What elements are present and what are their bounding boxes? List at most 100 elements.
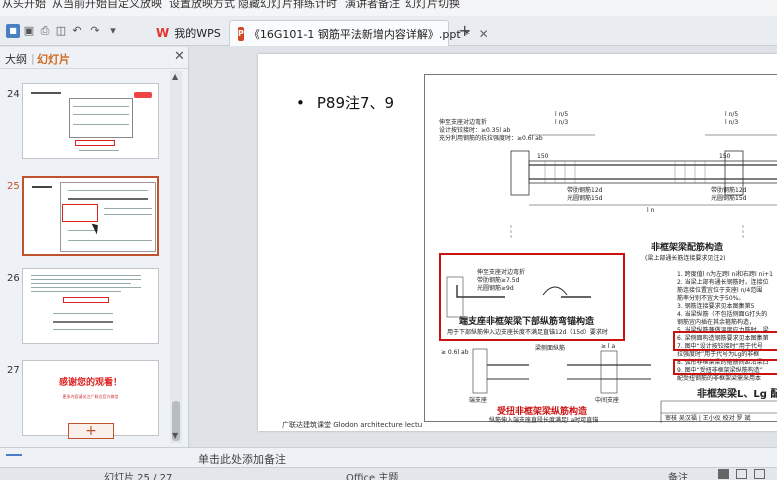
- label-ln-1-3-right: l n/3: [725, 119, 739, 126]
- label-ribbed-7-5d: 带肋钢筋≥7.5d: [477, 277, 520, 284]
- red-highlight-note-9: [673, 359, 777, 375]
- slide-thumbnail-24[interactable]: [22, 83, 159, 159]
- note-line: 筋连接位置宜位于支座l n/4范围: [677, 287, 763, 294]
- slide-canvas: • P89注7、9 伸至支座对边弯折 设计按铰接时：≥0.35l ab 充分利用…: [190, 47, 777, 447]
- label-full-strength: 充分利用钢筋的抗拉强度时：≥0.6l ab: [439, 135, 543, 142]
- ribbon-speaker-notes[interactable]: 演讲者备注: [345, 0, 400, 11]
- section-subtitle: (梁上部通长筋连接要求见注2): [645, 255, 726, 262]
- label-end-support: 端支座: [469, 397, 488, 404]
- theme-name: Office 主题: [346, 473, 399, 480]
- red-box-title: 端支座非框架梁下部纵筋弯锚构造: [459, 317, 595, 327]
- note-line: 2. 当梁上部有通长钢筋时，连接位: [677, 279, 769, 286]
- red-highlight-note-7: [673, 331, 777, 351]
- ribbon-custom-show[interactable]: 自定义放映: [107, 0, 162, 11]
- slide-thumbnail-25[interactable]: [22, 176, 159, 256]
- label-mid-support: 中间支座: [595, 397, 620, 404]
- scroll-down-icon[interactable]: ▼: [172, 431, 178, 440]
- slide-footer: 广联达建筑课堂 Glodon architecture lectu: [282, 421, 423, 429]
- note-line: 3. 钢筋连接要求见本图集第5: [677, 303, 755, 310]
- label-bend-to-support: 伸至支座对边弯折: [477, 269, 526, 276]
- notes-area[interactable]: 单击此处添加备注: [190, 447, 777, 467]
- label-pin-bend: 伸至支座对边弯折: [439, 119, 488, 126]
- thumbnail-thanks-title: 感谢您的观看！: [58, 378, 122, 388]
- slides-pane: 大纲 | 幻灯片 ✕ 24 25 26 27 感谢您的观看！ 更多内容请关注广联…: [0, 47, 189, 447]
- reading-view-icon[interactable]: [754, 469, 765, 479]
- redo-icon[interactable]: ↷: [88, 24, 102, 38]
- ribbon-hide-slide[interactable]: 隐藏幻灯片: [238, 0, 293, 11]
- slide-counter: 幻灯片 25 / 27: [104, 473, 173, 480]
- label-150-left: 150: [537, 153, 549, 160]
- red-highlight-box: [439, 253, 625, 341]
- label-ribbed-12d: 带肋钢筋12d: [567, 187, 603, 194]
- ribbon-from-start[interactable]: 从头开始: [2, 0, 46, 11]
- label-ln-1-3: l n/3: [555, 119, 569, 126]
- note-line: 4. 当梁纵筋（不包括侧面G打头的: [677, 311, 768, 318]
- slide-sorter-icon[interactable]: [736, 469, 747, 479]
- tab-document[interactable]: P 《16G101-1 钢筋平法新增内容详解》.ppt * ✕: [229, 20, 489, 46]
- notes-left-area: [0, 447, 190, 467]
- ppt-file-icon: P: [238, 26, 244, 41]
- label-150-right: 150: [719, 153, 731, 160]
- slide-number: 24: [7, 89, 20, 100]
- label-la: ≥ l a: [601, 343, 616, 350]
- wps-logo-icon: W: [156, 26, 170, 40]
- note-line: 钢筋宜内插在其余箍筋构造，: [677, 319, 756, 326]
- label-0-6lab: ≥ 0.6l ab: [441, 349, 469, 356]
- tab-outline[interactable]: 大纲: [5, 51, 27, 67]
- tab-my-wps-label: 我的WPS: [174, 27, 221, 40]
- tab-document-label: 《16G101-1 钢筋平法新增内容详解》.ppt *: [248, 27, 470, 41]
- export-pdf-icon[interactable]: ▣: [22, 24, 36, 38]
- label-ln-1-5: l n/5: [555, 111, 569, 118]
- ribbon-rehearse[interactable]: 排练计时: [293, 0, 337, 11]
- pane-tabs: 大纲 | 幻灯片 ✕: [0, 47, 188, 69]
- ribbon-setup-show[interactable]: 设置放映方式: [169, 0, 235, 11]
- bottom-note: 纵筋伸入端支座直段长度满足l a时可直锚: [489, 417, 599, 424]
- title-block-row: 审核 吴汉福 | 王小仪 校对 罗 斌: [665, 415, 751, 422]
- pane-tab-separator: |: [31, 52, 35, 65]
- red-box-note: 用于下部纵筋伸入边支座长度不满足直锚12d（15d）要求时: [447, 329, 608, 336]
- normal-view-icon[interactable]: [718, 469, 729, 479]
- print-preview-icon[interactable]: ◫: [54, 24, 68, 38]
- title-bar: ■ ▣ ⎙ ◫ ↶ ↷ ▾ W 我的WPS P 《16G101-1 钢筋平法新增…: [0, 16, 777, 46]
- ribbon-from-current[interactable]: 从当前开始: [52, 0, 107, 11]
- thumbnail-thanks-subtitle: 更多内容请关注广联达官方微信: [62, 394, 119, 399]
- current-slide[interactable]: • P89注7、9 伸至支座对边弯折 设计按铰接时：≥0.35l ab 充分利用…: [258, 54, 777, 431]
- close-tab-icon[interactable]: ✕: [479, 27, 489, 41]
- slide-bullet[interactable]: • P89注7、9: [296, 92, 394, 113]
- undo-icon[interactable]: ↶: [70, 24, 84, 38]
- label-plain-9d: 光圆钢筋≥9d: [477, 285, 514, 292]
- section-title: 非框架梁配筋构造: [651, 243, 724, 253]
- label-side-rebar: 梁侧面纵筋: [535, 345, 566, 352]
- structural-drawing: 伸至支座对边弯折 设计按铰接时：≥0.35l ab 充分利用钢筋的抗拉强度时：≥…: [424, 74, 777, 424]
- note-line: 拉强度时”用于代号为Lg的非框: [677, 351, 760, 358]
- close-pane-icon[interactable]: ✕: [174, 49, 185, 64]
- slide-number: 26: [7, 273, 20, 284]
- save-icon[interactable]: ■: [6, 24, 20, 38]
- label-ln-1-5-right: l n/5: [725, 111, 739, 118]
- label-plain-15d: 光圆钢筋15d: [567, 195, 603, 202]
- drawing-right-title: 非框架梁L、Lg 配: [697, 389, 777, 400]
- print-icon[interactable]: ⎙: [38, 24, 52, 38]
- label-ribbed-12d-right: 带肋钢筋12d: [711, 187, 747, 194]
- status-bar: 幻灯片 25 / 27 Office 主题 备注: [0, 467, 777, 480]
- slide-number: 25: [7, 181, 20, 192]
- label-design-pinned: 设计按铰接时：≥0.35l ab: [439, 127, 511, 134]
- notes-placeholder[interactable]: 单击此处添加备注: [198, 451, 286, 467]
- pane-scrollbar[interactable]: ▲ ▼: [170, 71, 182, 443]
- dropdown-icon[interactable]: ▾: [106, 24, 120, 38]
- label-plain-15d-right: 光圆钢筋15d: [711, 195, 747, 202]
- note-line: 筋率分别不宜大于50%。: [677, 295, 745, 302]
- ribbon-transition[interactable]: 幻灯片切换: [405, 0, 460, 11]
- note-line: 1. 跨度值l n为左跨l ni和右跨l ni+1: [677, 271, 773, 278]
- add-slide-button[interactable]: +: [68, 423, 114, 439]
- note-line: 配受扭钢筋的非框架梁需采用本: [677, 375, 762, 382]
- scroll-up-icon[interactable]: ▲: [172, 72, 178, 81]
- slide-number: 27: [7, 365, 20, 376]
- ribbon-bar: 从头开始 从当前开始 自定义放映 设置放映方式 隐藏幻灯片 排练计时 演讲者备注…: [0, 0, 777, 16]
- new-tab-icon[interactable]: +: [458, 23, 471, 39]
- slide-thumbnail-26[interactable]: [22, 268, 159, 344]
- tab-my-wps[interactable]: W 我的WPS: [148, 20, 226, 46]
- label-ln: l n: [647, 207, 655, 214]
- tab-slides[interactable]: 幻灯片: [37, 51, 70, 67]
- notes-toggle[interactable]: 备注: [668, 469, 688, 480]
